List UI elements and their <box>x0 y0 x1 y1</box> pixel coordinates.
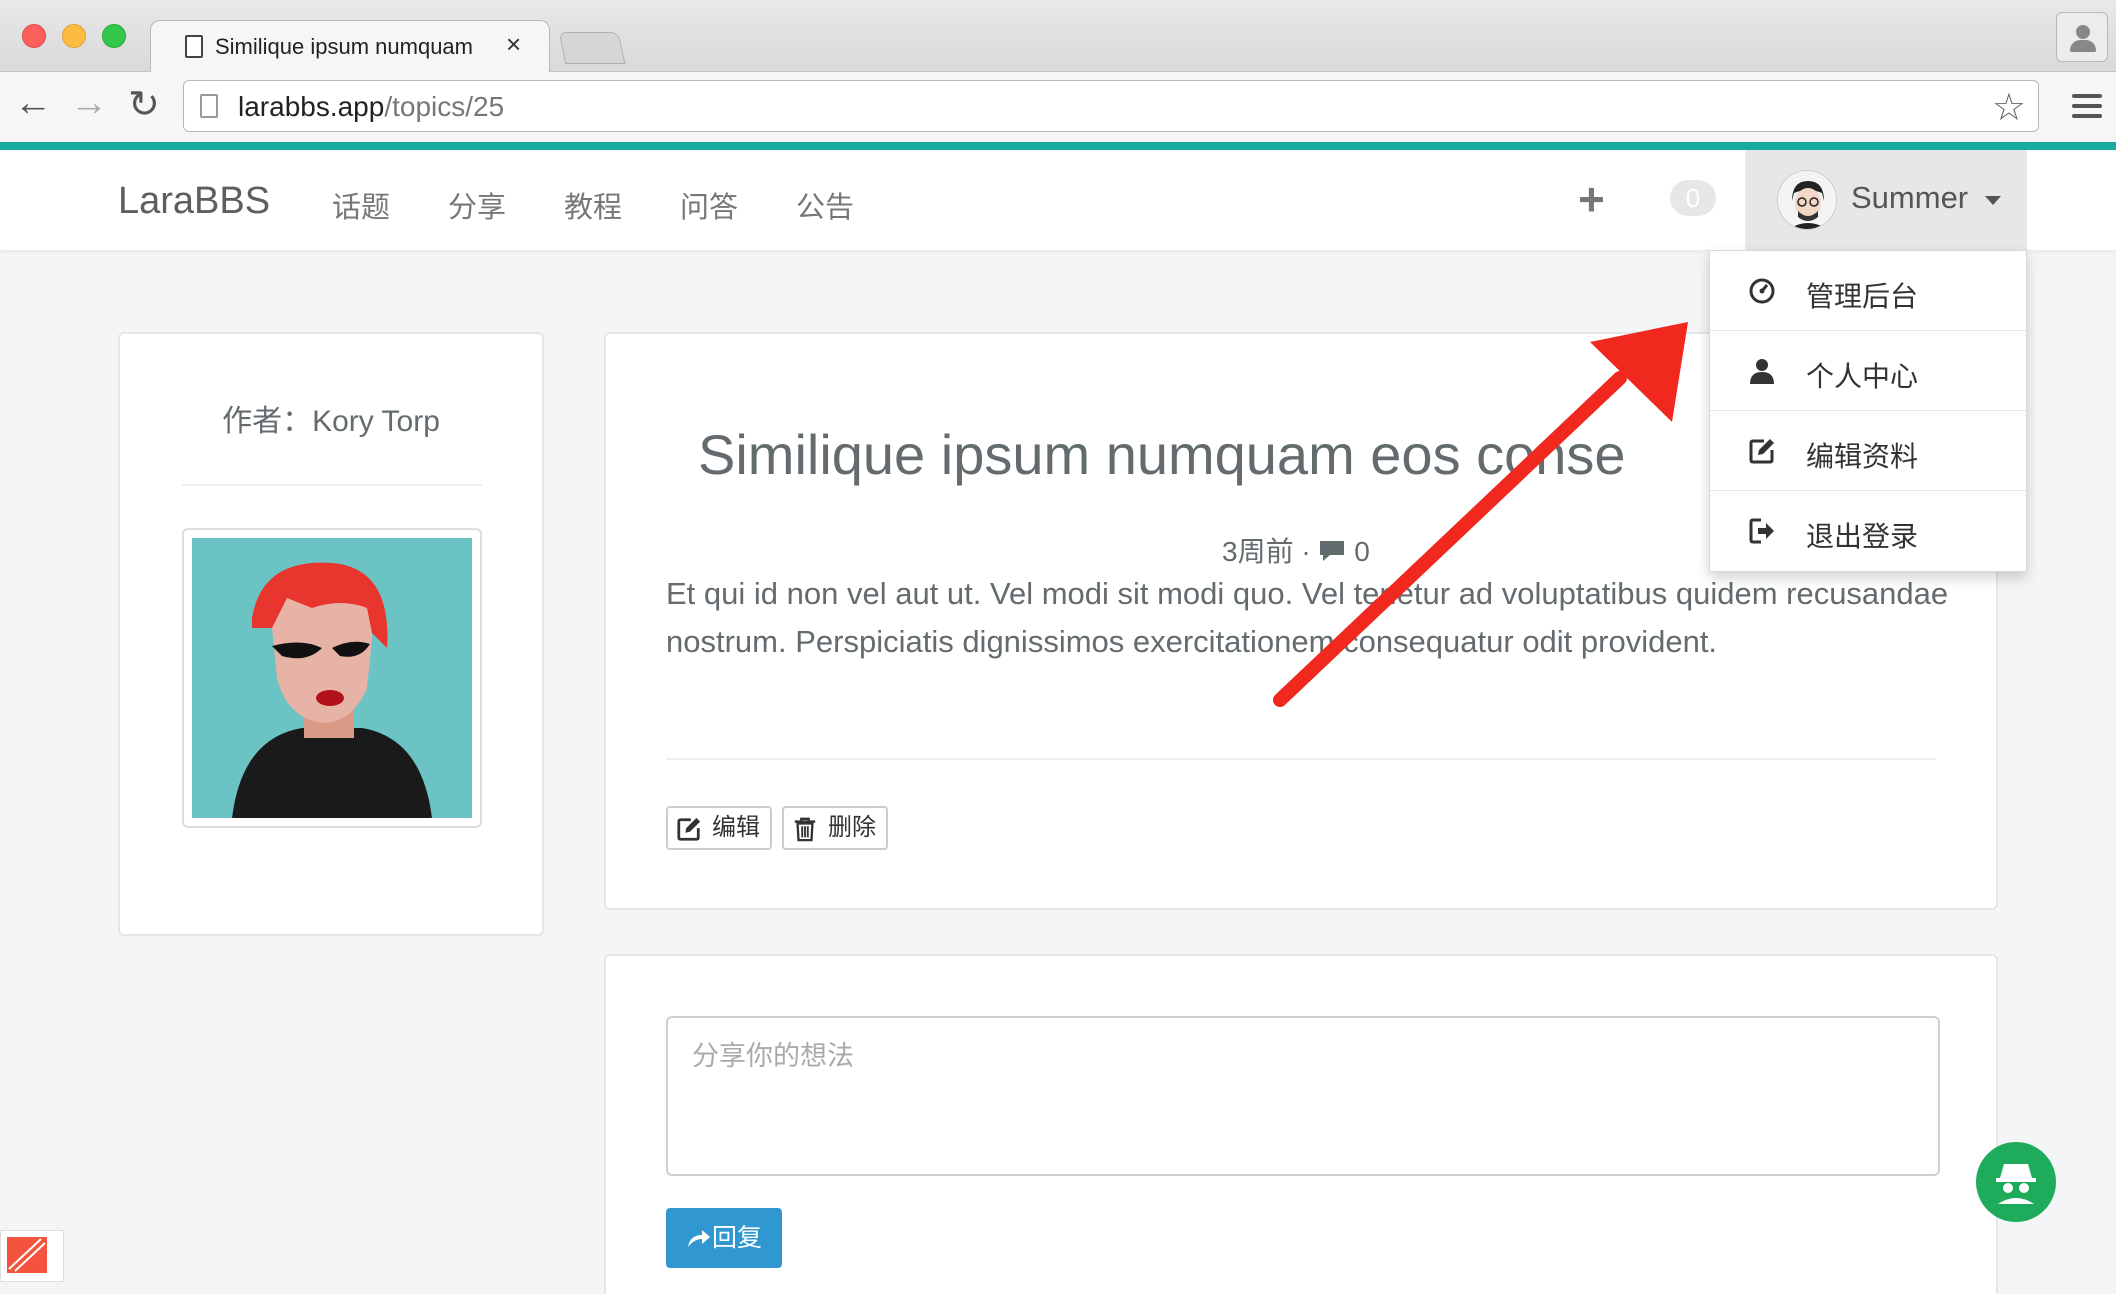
url-host: larabbs.app <box>238 91 385 122</box>
dropdown-item-logout[interactable]: 退出登录 <box>1710 491 2026 571</box>
maximize-window-button[interactable] <box>102 24 126 48</box>
url-path: /topics/25 <box>384 91 505 122</box>
edit-icon <box>677 817 701 841</box>
meta-separator: · <box>1301 536 1311 567</box>
accent-strip <box>0 142 2116 150</box>
address-bar[interactable]: larabbs.app/topics/25 ☆ <box>183 80 2039 132</box>
topic-time: 3周前 <box>1222 536 1294 567</box>
laravel-logo[interactable] <box>0 1230 64 1282</box>
nav-item-tutorial[interactable]: 教程 <box>564 184 622 226</box>
tab-close-button[interactable]: × <box>506 29 521 60</box>
reply-submit-button[interactable]: 回复 <box>666 1208 782 1268</box>
user-dropdown-menu: 管理后台 个人中心 编辑资料 退出登录 <box>1709 250 2027 572</box>
reply-textarea[interactable]: 分享你的想法 <box>666 1016 1940 1176</box>
caret-down-icon <box>1985 196 2001 205</box>
topic-body: Et qui id non vel aut ut. Vel modi sit m… <box>666 576 1949 659</box>
browser-menu-icon[interactable] <box>2072 94 2102 124</box>
delete-label: 删除 <box>828 814 876 841</box>
browser-profile-button[interactable] <box>2056 12 2108 62</box>
author-panel: 作者：Kory Torp <box>118 332 544 936</box>
edit-label: 编辑 <box>712 814 760 841</box>
browser-titlebar: Similique ipsum numquam e × <box>0 0 2116 73</box>
dropdown-item-profile[interactable]: 个人中心 <box>1710 331 2026 411</box>
tab-title: Similique ipsum numquam e <box>215 34 475 59</box>
site-navbar: LaraBBS 话题 分享 教程 问答 公告 + 0 Summer <box>0 150 2116 250</box>
spy-icon <box>1996 1164 2036 1204</box>
user-icon <box>1750 359 1774 384</box>
author-avatar[interactable] <box>182 528 482 828</box>
dropdown-item-admin[interactable]: 管理后台 <box>1710 251 2026 331</box>
bookmark-star-icon[interactable]: ☆ <box>1992 85 2026 130</box>
browser-toolbar: ← → ↻ larabbs.app/topics/25 ☆ <box>0 72 2116 142</box>
delete-topic-button[interactable]: 删除 <box>782 806 888 850</box>
divider <box>182 484 482 486</box>
user-menu-toggle[interactable]: Summer <box>1745 150 2027 250</box>
nav-item-qa[interactable]: 问答 <box>680 184 738 226</box>
dropdown-item-edit-profile[interactable]: 编辑资料 <box>1710 411 2026 491</box>
new-tab-button[interactable] <box>558 32 626 64</box>
url-text: larabbs.app/topics/25 <box>238 91 504 123</box>
reload-button[interactable]: ↻ <box>128 82 160 127</box>
close-window-button[interactable] <box>22 24 46 48</box>
browser-tab[interactable]: Similique ipsum numquam e × <box>150 20 550 73</box>
dashboard-icon <box>1749 278 1775 304</box>
dropdown-item-label: 编辑资料 <box>1806 441 1919 472</box>
brand-logo[interactable]: LaraBBS <box>118 180 270 223</box>
reply-count: 0 <box>1354 536 1370 567</box>
page-icon <box>200 94 218 118</box>
edit-icon <box>1749 439 1774 464</box>
comment-icon <box>1320 541 1345 561</box>
reply-button-label: 回复 <box>711 1224 762 1252</box>
logout-icon <box>1749 518 1774 544</box>
edit-topic-button[interactable]: 编辑 <box>666 806 772 850</box>
create-topic-icon[interactable]: + <box>1578 172 1605 226</box>
reply-panel: 分享你的想法 回复 <box>604 954 1998 1294</box>
user-avatar <box>1777 170 1837 230</box>
nav-item-topics[interactable]: 话题 <box>332 184 390 226</box>
page-icon <box>185 35 203 58</box>
profile-icon <box>2076 25 2090 39</box>
forward-button[interactable]: → <box>70 82 108 125</box>
share-arrow-icon <box>687 1230 710 1247</box>
minimize-window-button[interactable] <box>62 24 86 48</box>
trash-icon <box>794 817 816 842</box>
dropdown-item-label: 退出登录 <box>1806 521 1919 552</box>
incognito-float-button[interactable] <box>1976 1142 2056 1222</box>
dropdown-item-label: 管理后台 <box>1806 281 1919 312</box>
divider <box>666 758 1936 760</box>
author-name: 作者：Kory Torp <box>222 405 440 438</box>
back-button[interactable]: ← <box>14 82 52 125</box>
dropdown-item-label: 个人中心 <box>1806 361 1919 392</box>
user-name: Summer <box>1851 180 1969 215</box>
nav-item-announcement[interactable]: 公告 <box>796 184 854 226</box>
notification-badge[interactable]: 0 <box>1670 180 1716 216</box>
nav-item-share[interactable]: 分享 <box>448 184 506 226</box>
topic-meta: 3周前 · 0 <box>1222 530 1370 570</box>
